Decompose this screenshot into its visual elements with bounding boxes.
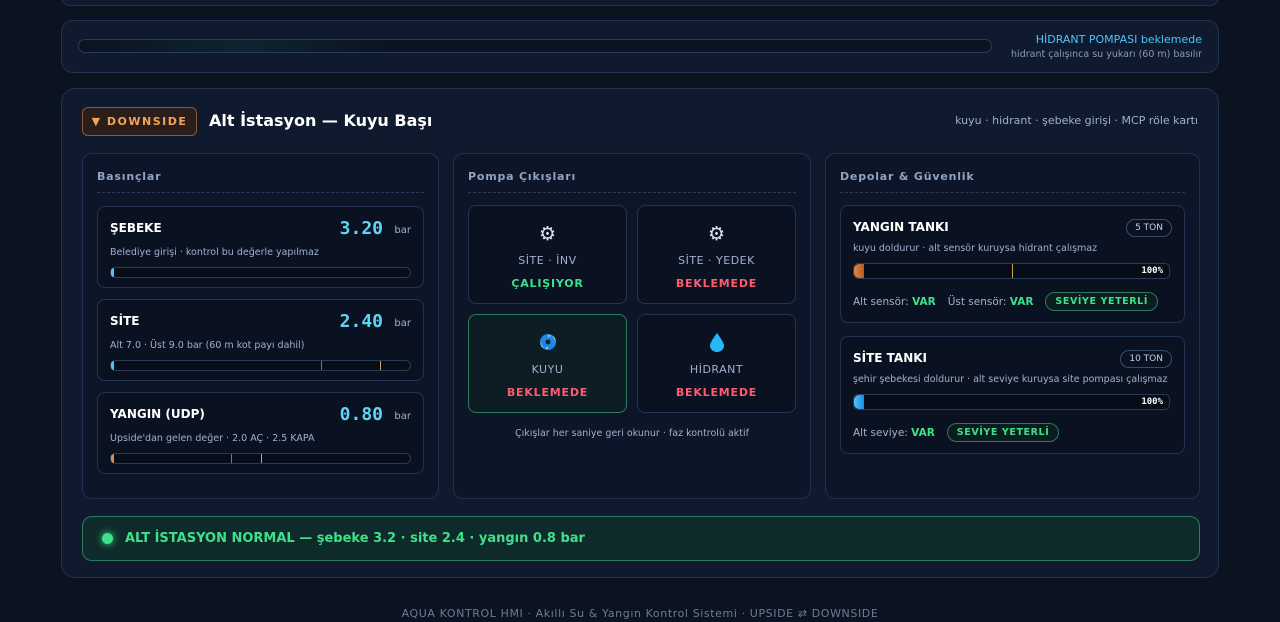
pressure-card-site: SİTE 2.40 bar Alt 7.0 · Üst 9.0 bar (60 … (97, 299, 424, 381)
pressure-desc: Alt 7.0 · Üst 9.0 bar (60 m kot payı dah… (110, 340, 305, 351)
pump-state: ÇALIŞIYOR (511, 277, 584, 290)
pressure-gauge-fill (111, 268, 114, 277)
tank-name: SİTE TANKI (853, 351, 928, 365)
pump-state: BEKLEMEDE (675, 277, 758, 290)
pressure-unit: bar (394, 225, 411, 236)
tank-level-bar: 100% (853, 394, 1170, 410)
tank-percent: 100% (1141, 266, 1163, 276)
pressures-heading: Basınçlar (97, 170, 424, 193)
pump-state: BEKLEMEDE (675, 386, 758, 399)
tank-percent: 100% (1141, 397, 1163, 407)
pressure-unit: bar (394, 318, 411, 329)
tanks-column: Depolar & Güvenlik YANGIN TANKI 5 TON ku… (825, 153, 1200, 499)
tank-level-bar: 100% (853, 263, 1170, 279)
site-tank-card: SİTE TANKI 10 TON şehir şebekesi dolduru… (840, 336, 1185, 454)
pressure-gauge-fill (111, 454, 114, 463)
pump-outputs-note: Çıkışlar her saniye geri okunur · faz ko… (514, 428, 750, 439)
tank-desc: şehir şebekesi doldurur · alt seviye kur… (853, 374, 1168, 385)
hydrant-info-line: hidrant çalışınca su yukarı (60 m) basıl… (1011, 49, 1202, 60)
downside-badge: ▼ DOWNSIDE (82, 107, 197, 136)
hydrant-pump-card: HİDRANT POMPASI beklemede hidrant çalışı… (61, 20, 1219, 73)
swirl-icon (469, 332, 626, 357)
pressure-name: ŞEBEKE (110, 221, 162, 235)
panel-title: Alt İstasyon — Kuyu Başı (209, 111, 433, 130)
pump-label: SİTE · İNV (518, 254, 577, 267)
station-status-text: ALT İSTASYON NORMAL — şebeke 3.2 · site … (125, 531, 585, 546)
pumps-heading: Pompa Çıkışları (468, 170, 796, 193)
pressure-value: 3.20 (339, 218, 383, 239)
tank-level-marker (1012, 264, 1013, 278)
pressures-column: Basınçlar ŞEBEKE 3.20 bar Belediye giriş… (82, 153, 439, 499)
fire-tank-sensors: Alt sensör: VAR Üst sensör: VAR SEVİYE Y… (853, 292, 1158, 311)
gear-icon: ⚙ (707, 223, 726, 245)
pressure-gauge (110, 360, 411, 371)
pressure-name: SİTE (110, 314, 140, 328)
tanks-heading: Depolar & Güvenlik (840, 170, 1185, 193)
lower-sensor-value: VAR (912, 295, 936, 308)
level-ok-pill: SEVİYE YETERLİ (946, 423, 1060, 442)
lower-level-value: VAR (911, 426, 935, 439)
pressure-gauge-fill (111, 361, 114, 370)
pressure-card-sebeke: ŞEBEKE 3.20 bar Belediye girişi · kontro… (97, 206, 424, 288)
pump-well[interactable]: KUYU BEKLEMEDE (468, 314, 627, 413)
fire-tank-card: YANGIN TANKI 5 TON kuyu doldurur · alt s… (840, 205, 1185, 323)
pump-label: SİTE · YEDEK (678, 254, 755, 267)
station-status-bar: ALT İSTASYON NORMAL — şebeke 3.2 · site … (82, 516, 1200, 561)
downside-panel: ▼ DOWNSIDE Alt İstasyon — Kuyu Başı kuyu… (61, 88, 1219, 578)
tank-level-fill (854, 395, 864, 409)
pressure-card-yangin: YANGIN (UDP) 0.80 bar Upside'dan gelen d… (97, 392, 424, 474)
pump-state: BEKLEMEDE (506, 386, 589, 399)
pump-label: HİDRANT (689, 363, 744, 376)
gear-icon: ⚙ (538, 223, 557, 245)
tank-name: YANGIN TANKI (853, 220, 949, 234)
low-threshold-marker (321, 361, 322, 370)
upper-sensor-value: VAR (1009, 295, 1034, 308)
pump-site-inverter[interactable]: ⚙ SİTE · İNV ÇALIŞIYOR (468, 205, 627, 304)
pump-hydrant[interactable]: HİDRANT BEKLEMEDE (637, 314, 796, 413)
upper-sensor-label: Üst sensör: (947, 295, 1007, 308)
panel-subtitle: kuyu · hidrant · şebeke girişi · MCP röl… (955, 114, 1198, 127)
water-drop-icon (638, 332, 795, 357)
site-tank-sensors: Alt seviye: VAR SEVİYE YETERLİ (853, 423, 1060, 442)
hydrant-flow-bar (78, 39, 992, 53)
pressure-value: 0.80 (339, 404, 383, 425)
pressure-unit: bar (394, 411, 411, 422)
tank-capacity-badge: 5 TON (1126, 219, 1172, 237)
tank-level-fill (854, 264, 864, 278)
lower-sensor-label: Alt sensör: (853, 295, 909, 308)
hydrant-status-line: HİDRANT POMPASI beklemede (1035, 33, 1202, 46)
close-threshold-marker (261, 454, 262, 463)
pressure-value: 2.40 (339, 311, 383, 332)
open-threshold-marker (231, 454, 232, 463)
pressure-desc: Belediye girişi · kontrol bu değerle yap… (110, 247, 319, 258)
high-threshold-marker (380, 361, 381, 370)
pressure-gauge (110, 267, 411, 278)
tank-capacity-badge: 10 TON (1120, 350, 1172, 368)
level-ok-pill: SEVİYE YETERLİ (1045, 292, 1158, 311)
pump-site-backup[interactable]: ⚙ SİTE · YEDEK BEKLEMEDE (637, 205, 796, 304)
pressure-gauge (110, 453, 411, 464)
pressure-name: YANGIN (UDP) (110, 407, 205, 421)
footer: AQUA KONTROL HMI · Akıllı Su & Yangın Ko… (401, 607, 879, 620)
tank-desc: kuyu doldurur · alt sensör kuruysa hidra… (853, 243, 1098, 254)
hydrant-status: HİDRANT POMPASI beklemede hidrant çalışı… (1011, 33, 1202, 60)
pumps-column: Pompa Çıkışları ⚙ SİTE · İNV ÇALIŞIYOR ⚙… (453, 153, 811, 499)
pressure-desc: Upside'dan gelen değer · 2.0 AÇ · 2.5 KA… (110, 433, 315, 444)
lower-level-label: Alt seviye: (853, 426, 908, 439)
previous-card-edge (61, 0, 1219, 6)
pump-label: KUYU (531, 363, 564, 376)
status-dot-icon (102, 533, 113, 544)
